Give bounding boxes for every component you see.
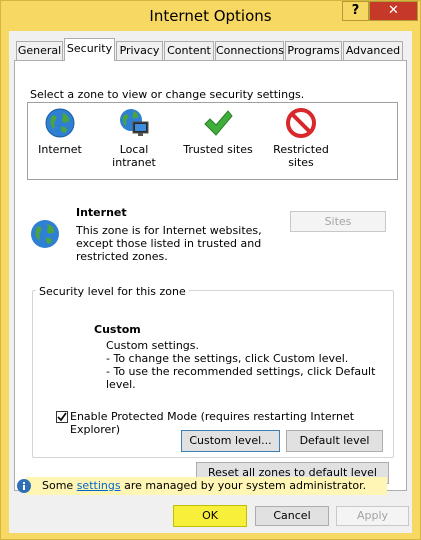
zone-local-intranet[interactable]: Local intranet [98, 107, 170, 169]
selected-zone-description: This zone is for Internet websites, exce… [76, 224, 262, 263]
zone-label: Trusted sites [183, 143, 253, 156]
intranet-icon [120, 109, 149, 136]
admin-info-bar: Some settings are managed by your system… [17, 477, 387, 495]
zone-restricted-sites[interactable]: Restricted sites [268, 107, 334, 169]
checkmark-icon [57, 412, 67, 422]
ok-button[interactable]: OK [173, 505, 247, 527]
description-line: This zone is for Internet websites, [76, 224, 262, 237]
custom-line: Custom settings. [106, 339, 200, 352]
default-level-button[interactable]: Default level [286, 430, 383, 452]
custom-line: - To use the recommended settings, click… [106, 365, 376, 391]
globe-icon [45, 108, 75, 138]
custom-line: - To change the settings, click Custom l… [106, 352, 349, 365]
tab-programs[interactable]: Programs [285, 41, 342, 60]
sites-button[interactable]: Sites [290, 211, 386, 232]
tab-content[interactable]: Content [164, 41, 214, 60]
custom-level-button[interactable]: Custom level... [181, 430, 280, 452]
title-bar[interactable]: Internet Options ? ✕ [1, 1, 420, 31]
help-button[interactable]: ? [342, 1, 369, 21]
dialog-client-area: General Security Privacy Content Connect… [9, 31, 412, 533]
tab-advanced[interactable]: Advanced [343, 41, 403, 60]
cancel-button[interactable]: Cancel [255, 506, 329, 526]
info-text-end: are managed by your system administrator… [124, 479, 367, 492]
custom-title: Custom [94, 323, 141, 336]
zone-internet[interactable]: Internet [32, 107, 88, 156]
security-level-label: Security level for this zone [36, 285, 189, 298]
tab-security[interactable]: Security [64, 38, 115, 61]
zone-label: Local intranet [112, 143, 156, 169]
zone-label: Internet [38, 143, 82, 156]
custom-description: Custom settings. - To change the setting… [106, 339, 406, 391]
description-line: restricted zones. [76, 250, 168, 263]
protected-mode-checkbox[interactable] [56, 411, 68, 423]
globe-icon [31, 220, 59, 248]
zone-prompt: Select a zone to view or change security… [30, 88, 305, 101]
zone-label: sites [288, 156, 314, 169]
checkmark-icon [204, 110, 233, 136]
settings-link[interactable]: settings [77, 479, 121, 492]
zone-label: Restricted [273, 143, 329, 156]
info-text-start: Some [42, 479, 74, 492]
info-icon [17, 479, 31, 493]
selected-zone-title: Internet [76, 206, 127, 219]
apply-button[interactable]: Apply [336, 506, 409, 526]
admin-info-text: Some settings are managed by your system… [42, 479, 366, 492]
tab-general[interactable]: General [16, 41, 63, 60]
restricted-icon [286, 108, 316, 138]
zone-trusted-sites[interactable]: Trusted sites [182, 107, 254, 156]
zone-list: Internet Local intranet Trusted sites Re… [27, 102, 398, 180]
internet-options-window: Internet Options ? ✕ General Security Pr… [0, 0, 421, 540]
tab-connections[interactable]: Connections [215, 41, 284, 60]
close-button[interactable]: ✕ [369, 1, 418, 21]
description-line: except those listed in trusted and [76, 237, 262, 250]
security-tab-panel: Select a zone to view or change security… [14, 60, 407, 491]
tab-privacy[interactable]: Privacy [116, 41, 163, 60]
